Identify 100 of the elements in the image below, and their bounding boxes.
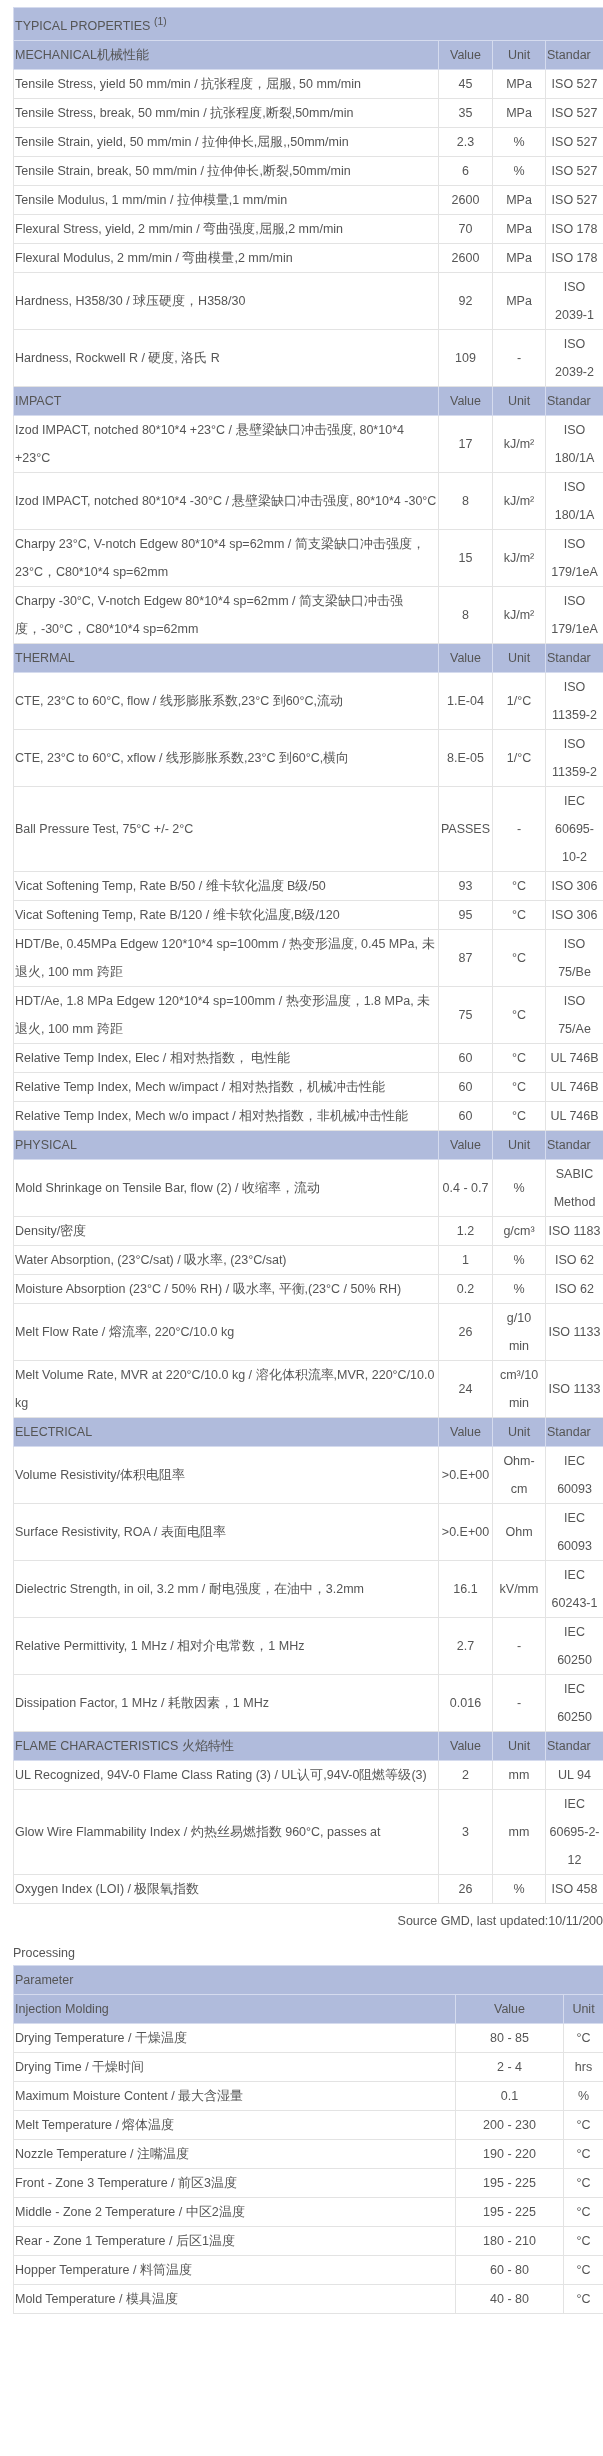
table-cell: 180 - 210 — [455, 2226, 564, 2256]
table-cell: Dielectric Strength, in oil, 3.2 mm / 耐电强度，在油中，3.2mm — [13, 1560, 439, 1618]
section-title: PHYSICAL — [13, 1130, 439, 1160]
table-cell: Tensile Stress, yield 50 mm/min / 抗张程度，屈服, 50 mm/min — [13, 69, 439, 99]
section-title: ELECTRICAL — [13, 1417, 439, 1447]
column-header: Value — [438, 1731, 493, 1761]
column-header: Value — [438, 1417, 493, 1447]
table-cell: Tensile Modulus, 1 mm/min / 拉伸模量,1 mm/min — [13, 185, 439, 215]
table-cell: 1 — [438, 1245, 493, 1275]
table-cell: MPa — [492, 272, 546, 330]
table-cell: Tensile Stress, break, 50 mm/min / 抗张程度,断裂,50mm/min — [13, 98, 439, 128]
table-cell: 35 — [438, 98, 493, 128]
table-cell: MPa — [492, 185, 546, 215]
table-cell: °C — [492, 900, 546, 930]
column-header: Standar — [545, 40, 603, 70]
table-cell: Izod IMPACT, notched 80*10*4 -30°C / 悬壁梁缺口冲击强度, 80*10*4 -30°C — [13, 472, 439, 530]
table-cell: 26 — [438, 1874, 493, 1904]
table-cell: 2600 — [438, 243, 493, 273]
table-cell: 2.7 — [438, 1617, 493, 1675]
table-cell: Front - Zone 3 Temperature / 前区3温度 — [13, 2168, 456, 2198]
column-header: Value — [438, 386, 493, 416]
column-header: Parameter — [13, 1965, 603, 1995]
table-cell: % — [492, 156, 546, 186]
table-cell: Volume Resistivity/体积电阻率 — [13, 1446, 439, 1504]
table-cell: 16.1 — [438, 1560, 493, 1618]
table-cell: Surface Resistivity, ROA / 表面电阻率 — [13, 1503, 439, 1561]
table-cell: Tensile Strain, break, 50 mm/min / 拉伸伸长,断裂,50mm/min — [13, 156, 439, 186]
table-cell: 45 — [438, 69, 493, 99]
table-cell: kJ/m² — [492, 472, 546, 530]
table-cell: Flexural Modulus, 2 mm/min / 弯曲模量,2 mm/min — [13, 243, 439, 273]
table-cell: Ohm — [492, 1503, 546, 1561]
table-cell: °C — [492, 1101, 546, 1131]
table-cell: °C — [492, 986, 546, 1044]
table-cell: Vicat Softening Temp, Rate B/50 / 维卡软化温度 B级/50 — [13, 871, 439, 901]
column-header: Standar — [545, 386, 603, 416]
table-cell: % — [492, 1874, 546, 1904]
column-header: Standar — [545, 1731, 603, 1761]
table-cell: mm — [492, 1789, 546, 1875]
table-cell: Hopper Temperature / 料筒温度 — [13, 2255, 456, 2285]
section-title: FLAME CHARACTERISTICS 火焰特性 — [13, 1731, 439, 1761]
table-cell: 60 - 80 — [455, 2255, 564, 2285]
table-cell: 8 — [438, 472, 493, 530]
table-cell: Drying Time / 干燥时间 — [13, 2052, 456, 2082]
table-cell: 60 — [438, 1101, 493, 1131]
table-cell: Melt Temperature / 熔体温度 — [13, 2110, 456, 2140]
table-cell: Relative Temp Index, Elec / 相对热指数， 电性能 — [13, 1043, 439, 1073]
table-cell: Water Absorption, (23°C/sat) / 吸水率, (23°C/sat) — [13, 1245, 439, 1275]
table-cell: % — [492, 1159, 546, 1217]
table-cell: Maximum Moisture Content / 最大含湿量 — [13, 2081, 456, 2111]
table-cell: Charpy 23°C, V-notch Edgew 80*10*4 sp=62mm / 简支梁缺口冲击强度，23°C，C80*10*4 sp=62mm — [13, 529, 439, 587]
table-cell: 0.016 — [438, 1674, 493, 1732]
section-title: IMPACT — [13, 386, 439, 416]
table-cell: 200 - 230 — [455, 2110, 564, 2140]
table-cell: MPa — [492, 69, 546, 99]
table-cell: 93 — [438, 871, 493, 901]
table-cell: °C — [492, 871, 546, 901]
table-cell: 87 — [438, 929, 493, 987]
table-cell: 2 — [438, 1760, 493, 1790]
table-cell: - — [492, 1617, 546, 1675]
table-cell: 1/°C — [492, 729, 546, 787]
section-title: MECHANICAL机械性能 — [13, 40, 439, 70]
table-cell: g/cm³ — [492, 1216, 546, 1246]
table-cell: MPa — [492, 98, 546, 128]
table-cell: 190 - 220 — [455, 2139, 564, 2169]
column-header: Standar — [545, 1417, 603, 1447]
table-cell: 26 — [438, 1303, 493, 1361]
table-cell: CTE, 23°C to 60°C, xflow / 线形膨胀系数,23°C 到60°C,横向 — [13, 729, 439, 787]
table-cell: 60 — [438, 1072, 493, 1102]
table-cell: - — [492, 329, 546, 387]
table-cell: kJ/m² — [492, 529, 546, 587]
column-header: Value — [455, 1994, 564, 2024]
column-header: Standar — [545, 643, 603, 673]
table-cell: 1/°C — [492, 672, 546, 730]
table-cell: Hardness, Rockwell R / 硬度, 洛氏 R — [13, 329, 439, 387]
table-cell: >0.E+00 — [438, 1446, 493, 1504]
table-cell: MPa — [492, 243, 546, 273]
table-cell: Flexural Stress, yield, 2 mm/min / 弯曲强度,屈服,2 mm/min — [13, 214, 439, 244]
table-cell: Relative Permittivity, 1 MHz / 相对介电常数，1 MHz — [13, 1617, 439, 1675]
table-cell: Moisture Absorption (23°C / 50% RH) / 吸水率, 平衡,(23°C / 50% RH) — [13, 1274, 439, 1304]
source-note: Source GMD, last updated:10/11/200 — [396, 1913, 603, 1931]
table-cell: 17 — [438, 415, 493, 473]
table-cell: Vicat Softening Temp, Rate B/120 / 维卡软化温度,B级/120 — [13, 900, 439, 930]
table-cell: kV/mm — [492, 1560, 546, 1618]
table-cell: 92 — [438, 272, 493, 330]
table-cell: HDT/Ae, 1.8 MPa Edgew 120*10*4 sp=100mm / 热变形温度，1.8 MPa, 未退火, 100 mm 跨距 — [13, 986, 439, 1044]
table-cell: Izod IMPACT, notched 80*10*4 +23°C / 悬壁梁缺口冲击强度, 80*10*4 +23°C — [13, 415, 439, 473]
table-cell: Density/密度 — [13, 1216, 439, 1246]
table-cell: kJ/m² — [492, 586, 546, 644]
column-header: Value — [438, 1130, 493, 1160]
table-cell: °C — [492, 929, 546, 987]
table-cell: CTE, 23°C to 60°C, flow / 线形膨胀系数,23°C 到60°C,流动 — [13, 672, 439, 730]
table-cell: 6 — [438, 156, 493, 186]
table-cell: Tensile Strain, yield, 50 mm/min / 拉伸伸长,屈服,,50mm/min — [13, 127, 439, 157]
table-cell: Relative Temp Index, Mech w/o impact / 相对热指数，非机械冲击性能 — [13, 1101, 439, 1131]
table-cell: kJ/m² — [492, 415, 546, 473]
table-cell: Relative Temp Index, Mech w/impact / 相对热指数，机械冲击性能 — [13, 1072, 439, 1102]
table-cell: Melt Flow Rate / 熔流率, 220°C/10.0 kg — [13, 1303, 439, 1361]
table-title: TYPICAL PROPERTIES $^{(1)}$ — [13, 7, 603, 41]
table-cell: mm — [492, 1760, 546, 1790]
table-cell: 75 — [438, 986, 493, 1044]
